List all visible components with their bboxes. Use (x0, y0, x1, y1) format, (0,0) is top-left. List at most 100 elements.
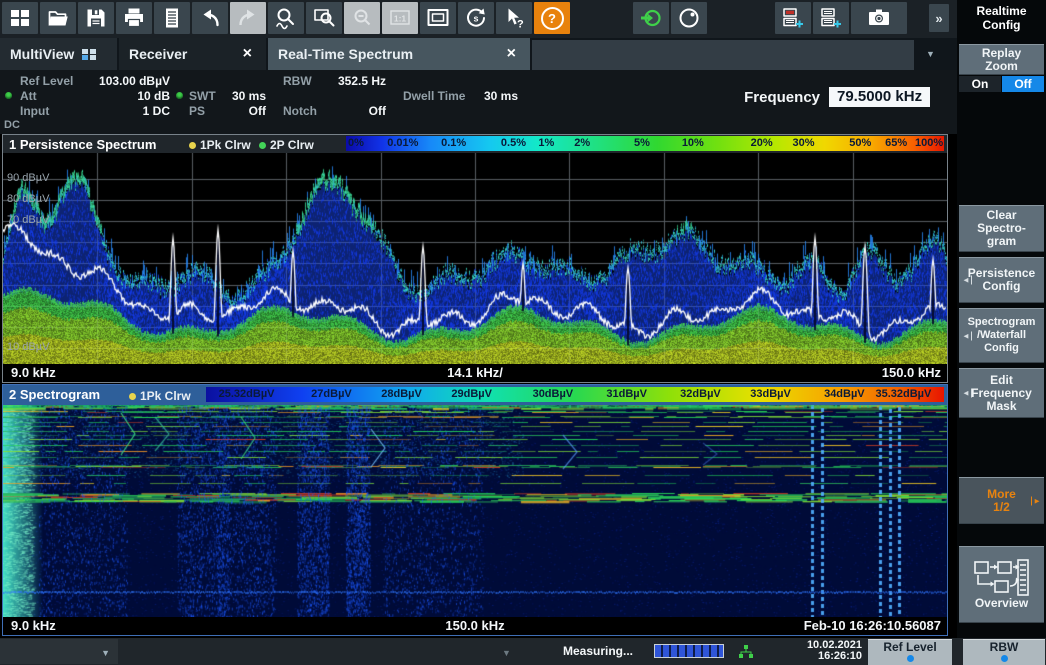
tab-real-time-spectrum[interactable]: Real-Time Spectrum × (268, 38, 530, 70)
rs-spectrum-analyzer-screen: 1:1 s ? ? » MultiView Receiver × Real-Ti… (0, 0, 1046, 665)
trace1-dot-icon (189, 142, 196, 149)
preset-button[interactable] (633, 2, 669, 34)
y-axis-label: 10 dBµV (7, 341, 49, 353)
more-softkey[interactable]: More 1/2► (959, 477, 1044, 524)
spectrogram-waterfall-config-softkey[interactable]: ◄Spectrogram /Waterfall Config (959, 308, 1044, 363)
screenshot-button[interactable] (851, 2, 907, 34)
close-tab-icon[interactable]: × (239, 45, 256, 63)
spectrogram-color-scale[interactable]: 25.32dBµV 27dBµV 28dBµV 29dBµV 30dBµV 31… (206, 387, 944, 402)
y-axis-label: 80 dBµV (7, 193, 49, 205)
measuring-status: Measuring... (563, 644, 633, 658)
notch-value[interactable]: Off (320, 104, 386, 118)
undo-button[interactable] (192, 2, 228, 34)
progress-bar (654, 644, 724, 658)
report-document-icon (160, 6, 184, 30)
multiview-grid-icon (82, 49, 96, 60)
zoom-out-button[interactable] (344, 2, 380, 34)
save-button[interactable] (78, 2, 114, 34)
input-label: Input (20, 104, 49, 118)
trace1-legend[interactable]: 1Pk Clrw (129, 389, 191, 403)
ref-level-value[interactable]: 103.00 dBµV (85, 74, 170, 88)
tab-multiview[interactable]: MultiView (0, 38, 117, 70)
windows-logo-button[interactable] (2, 2, 38, 34)
print-button[interactable] (116, 2, 152, 34)
edit-frequency-mask-softkey[interactable]: ◄Edit Frequency Mask (959, 368, 1044, 418)
rbw-value[interactable]: 352.5 Hz (320, 74, 386, 88)
submenu-arrow-icon: ◄ (962, 389, 972, 398)
frequency-value[interactable]: 79.5000 kHz (829, 87, 930, 107)
ref-level-function-key[interactable]: Ref Level (868, 639, 952, 665)
persistence-spectrum-header[interactable]: 1 Persistence Spectrum 1Pk Clrw 2P Clrw … (3, 135, 947, 153)
preset-green-arrow-icon (639, 6, 663, 30)
spectrogram-plot[interactable] (3, 405, 947, 617)
channel-settings-bar: Ref Level 103.00 dBµV RBW 352.5 Hz Att 1… (0, 70, 957, 134)
zoom-area-button[interactable] (306, 2, 342, 34)
spectrogram-header[interactable]: 2 Spectrogram 1Pk Clrw 25.32dBµV 27dBµV … (3, 385, 947, 405)
close-tab-icon[interactable]: × (503, 45, 520, 63)
open-file-button[interactable] (40, 2, 76, 34)
trace1-legend[interactable]: 1Pk Clrw (189, 138, 251, 152)
tab-bar-empty-area (532, 40, 914, 70)
tab-list-dropdown-icon[interactable]: ▼ (926, 49, 935, 59)
trace2-legend[interactable]: 2P Clrw (259, 138, 314, 152)
att-label: Att (20, 89, 37, 103)
help-button[interactable]: ? (534, 2, 570, 34)
status-dropdown-panel[interactable]: ▼ (0, 639, 118, 664)
replay-zoom-softkey[interactable]: Replay Zoom (959, 44, 1044, 75)
zoom-one-to-one-button[interactable]: 1:1 (382, 2, 418, 34)
dc-coupling-label: DC (4, 119, 20, 131)
replay-zoom-toggle: On Off (959, 76, 1044, 92)
svg-text:s: s (474, 14, 479, 24)
add-window-active-button[interactable] (775, 2, 811, 34)
swt-led-icon (176, 92, 183, 99)
redo-arrow-icon (236, 6, 260, 30)
att-value[interactable]: 10 dB (85, 89, 170, 103)
status-dropdown-icon[interactable]: ▼ (502, 648, 511, 658)
input-value[interactable]: 1 DC (85, 104, 170, 118)
persistence-color-scale[interactable]: 0% 0.01% 0.1% 0.5% 1% 2% 5% 10% 20% 30% … (346, 136, 944, 151)
tab-receiver[interactable]: Receiver × (119, 38, 266, 70)
persistence-spectrum-window: 1 Persistence Spectrum 1Pk Clrw 2P Clrw … (2, 134, 948, 383)
add-window-button[interactable] (813, 2, 849, 34)
rotary-knob-button[interactable] (671, 2, 707, 34)
x-per-div-label: 14.1 kHz/ (3, 365, 947, 380)
softkey-sidebar: Realtime Config Replay Zoom On Off Clear… (957, 0, 1046, 638)
overview-softkey[interactable]: Overview (959, 546, 1044, 623)
persistence-spectrum-canvas[interactable] (3, 153, 947, 364)
open-folder-icon (46, 6, 70, 30)
svg-text:?: ? (517, 19, 524, 31)
date-time-display: 10.02.2021 16:26:10 (762, 640, 862, 662)
persistence-spectrum-plot[interactable]: 90 dBµV 80 dBµV 70 dBµV 10 dBµV (3, 153, 947, 364)
ps-value[interactable]: Off (210, 104, 266, 118)
spectrogram-window: 2 Spectrogram 1Pk Clrw 25.32dBµV 27dBµV … (2, 384, 948, 636)
report-button[interactable] (154, 2, 190, 34)
sweep-refresh-icon: s (464, 6, 488, 30)
overview-flowchart-icon (973, 559, 1031, 597)
dropdown-icon: ▼ (101, 648, 110, 658)
rotary-knob-icon (677, 6, 701, 30)
persistence-config-softkey[interactable]: ◄Persistence Config (959, 257, 1044, 303)
frequency-label: Frequency (700, 89, 820, 106)
dwell-time-value[interactable]: 30 ms (455, 89, 518, 103)
rbw-function-key[interactable]: RBW (963, 639, 1045, 665)
replay-zoom-off[interactable]: Off (1002, 76, 1044, 92)
swt-value[interactable]: 30 ms (210, 89, 266, 103)
replay-zoom-on[interactable]: On (959, 76, 1001, 92)
clear-spectrogram-softkey[interactable]: Clear Spectro- gram (959, 205, 1044, 252)
status-bar: ▼ ▼ Measuring... 10.02.2021 16:26:10 Ref… (0, 638, 1046, 665)
zoom-waveform-button[interactable] (268, 2, 304, 34)
display-frame-button[interactable] (420, 2, 456, 34)
redo-button[interactable] (230, 2, 266, 34)
active-dot-icon (907, 655, 914, 662)
toolbar: 1:1 s ? ? » (0, 0, 957, 38)
network-status-icon (738, 645, 754, 659)
active-dot-icon (1001, 655, 1008, 662)
display-frame-icon (426, 6, 450, 30)
sweep-refresh-button[interactable]: s (458, 2, 494, 34)
softkey-menu-title: Realtime Config (957, 4, 1046, 32)
one-to-one-icon: 1:1 (388, 6, 412, 30)
submenu-arrow-icon: ◄ (962, 276, 972, 285)
more-toolbars-button[interactable]: » (929, 4, 949, 32)
spectrogram-canvas[interactable] (3, 405, 947, 617)
context-help-button[interactable]: ? (496, 2, 532, 34)
